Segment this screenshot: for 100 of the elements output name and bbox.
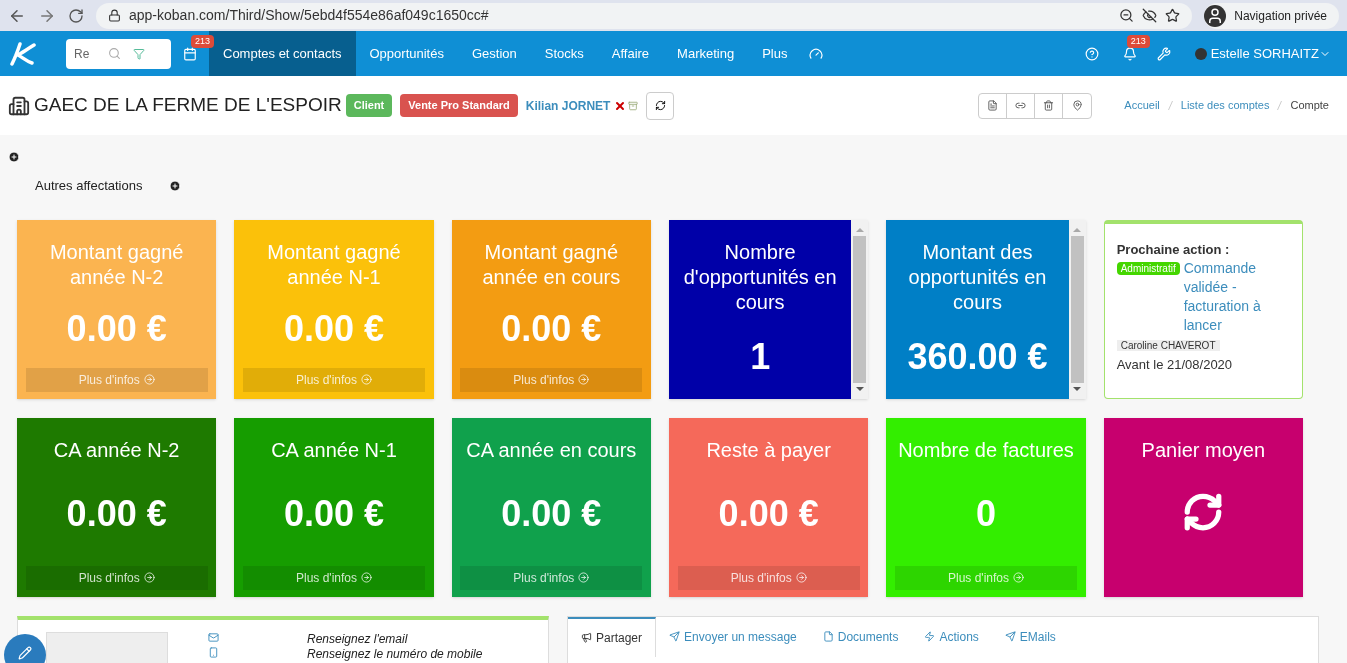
affectations-label: Autres affectations — [35, 177, 143, 195]
tile-title: Montant des opportunités en cours — [907, 239, 1048, 315]
notification-badge: 213 — [191, 34, 215, 48]
user-avatar — [1194, 47, 1207, 60]
more-info-button[interactable]: Plus d'infos — [25, 367, 208, 392]
tile-value: 0.00 € — [283, 496, 385, 532]
phone-icon — [208, 646, 219, 658]
notification-badge: 213 — [1126, 34, 1150, 48]
trash-icon — [1043, 100, 1055, 111]
tile-value: 0.00 € — [718, 496, 819, 532]
tab[interactable]: Actions — [911, 616, 992, 657]
breadcrumb-link[interactable]: Accueil — [1124, 97, 1160, 114]
refresh-icon — [654, 100, 666, 111]
address-bar[interactable]: app-koban.com/Third/Show/5ebd4f554e86af049c1650cc# — [96, 2, 1193, 29]
star-icon[interactable] — [1165, 8, 1181, 23]
action-link[interactable]: Commande validée - facturation à lancer — [1183, 258, 1290, 335]
logo-icon[interactable] — [8, 41, 38, 66]
wrench-icon[interactable] — [1156, 46, 1171, 61]
tag: Vente Pro Standard — [400, 94, 518, 117]
due-date: Avant le 21/08/2020 — [1116, 355, 1234, 374]
scrollbar[interactable] — [851, 219, 869, 399]
tab[interactable]: Partager — [568, 616, 657, 657]
eye-off-icon[interactable] — [1142, 8, 1158, 23]
send-icon — [669, 631, 681, 642]
nav-tab[interactable]: Stocks — [530, 31, 598, 76]
nav-tab[interactable]: Comptes et contacts — [209, 31, 356, 76]
nav-tab[interactable]: Marketing — [663, 31, 749, 76]
mobile-hint: Renseignez le numéro de mobile — [307, 646, 483, 662]
user-menu[interactable]: Estelle SORHAITZ — [1210, 43, 1331, 64]
more-info-button[interactable]: Plus d'infos — [460, 367, 643, 392]
reload-icon[interactable] — [68, 7, 84, 24]
tile-title: Reste à payer — [706, 437, 831, 463]
nav-tab[interactable]: Opportunités — [355, 31, 458, 76]
arrow-circle-icon — [1013, 572, 1024, 583]
tile-title: Nombre d'opportunités en cours — [682, 239, 838, 315]
breadcrumb-link[interactable]: Compte — [1290, 97, 1329, 114]
tab[interactable]: EMails — [991, 616, 1069, 657]
nav-tab[interactable]: Affaire — [597, 31, 664, 76]
megaphone-icon — [581, 632, 592, 643]
remove-icon[interactable] — [614, 99, 627, 112]
profile-chip[interactable]: Navigation privée — [1204, 2, 1339, 29]
map-pin-icon — [1071, 100, 1083, 111]
mail-icon — [208, 631, 219, 643]
tile-title: Nombre de factures — [898, 437, 1074, 463]
tab[interactable]: Envoyer un message — [656, 616, 810, 657]
incognito-icon — [1204, 4, 1227, 27]
scroll-up-icon[interactable] — [1073, 227, 1082, 232]
pdf-icon — [987, 100, 999, 111]
nav-tab[interactable]: Plus — [748, 31, 802, 76]
assignee-tag: Caroline CHAVEROT — [1116, 339, 1220, 351]
arrow-circle-icon — [361, 374, 372, 385]
filter-icon[interactable] — [133, 47, 145, 60]
help-icon[interactable] — [1084, 46, 1099, 61]
zoom-icon[interactable] — [1119, 8, 1135, 23]
lock-icon — [108, 9, 121, 22]
tile-value: 0 — [975, 496, 996, 532]
lightning-icon — [924, 631, 936, 642]
calendar-icon[interactable] — [183, 46, 197, 61]
dashboard-icon[interactable] — [809, 46, 824, 61]
nav-tab[interactable]: Gestion — [457, 31, 531, 76]
tile-value: 0.00 € — [66, 310, 167, 347]
category-tag: Administratif — [1116, 261, 1180, 275]
add-icon[interactable] — [8, 151, 20, 163]
more-info-button[interactable]: Plus d'infos — [243, 565, 425, 590]
refresh-button[interactable] — [646, 91, 675, 120]
scroll-up-icon[interactable] — [855, 227, 864, 232]
more-info-button[interactable]: Plus d'infos — [677, 565, 860, 590]
arrow-circle-icon — [143, 572, 155, 583]
tile-title: Montant gagné année N-1 — [266, 239, 402, 290]
tile-title: Montant gagné année en cours — [481, 239, 622, 290]
bell-icon[interactable] — [1122, 46, 1137, 61]
scroll-down-icon[interactable] — [1073, 386, 1082, 391]
url-text: app-koban.com/Third/Show/5ebd4f554e86af049c1650cc# — [129, 6, 489, 25]
tag: Client — [345, 94, 393, 117]
owner-link[interactable]: Kilian JORNET — [525, 96, 611, 115]
tile-title: CA année N-2 — [53, 437, 180, 463]
building-icon — [8, 94, 30, 117]
search-icon[interactable] — [108, 47, 121, 60]
breadcrumb-link[interactable]: Liste des comptes — [1180, 97, 1270, 114]
search-field[interactable]: Re — [74, 44, 96, 63]
send-icon — [1004, 631, 1016, 642]
scroll-down-icon[interactable] — [855, 386, 864, 391]
tile-title: CA année en cours — [466, 437, 637, 463]
arrow-circle-icon — [795, 572, 807, 583]
tile-title: Montant gagné année N-2 — [48, 239, 185, 290]
tile-value: 0.00 € — [66, 496, 167, 532]
add-icon[interactable] — [169, 179, 182, 192]
breadcrumb-separator-icon — [1277, 101, 1283, 110]
breadcrumb-separator-icon — [1167, 101, 1173, 110]
tab[interactable]: Documents — [809, 616, 912, 657]
email-hint: Renseignez l'email — [307, 631, 409, 647]
pencil-icon — [18, 646, 32, 660]
more-info-button[interactable]: Plus d'infos — [25, 565, 208, 590]
tile-value: 1 — [750, 338, 771, 375]
next-action-heading: Prochaine action : — [1116, 240, 1231, 259]
account-title: GAEC DE LA FERME DE L'ESPOIR — [34, 93, 342, 118]
more-info-button[interactable]: Plus d'infos — [460, 565, 643, 590]
arrow-circle-icon — [578, 374, 590, 385]
link-icon — [1015, 100, 1027, 111]
arrow-circle-icon — [143, 374, 155, 385]
